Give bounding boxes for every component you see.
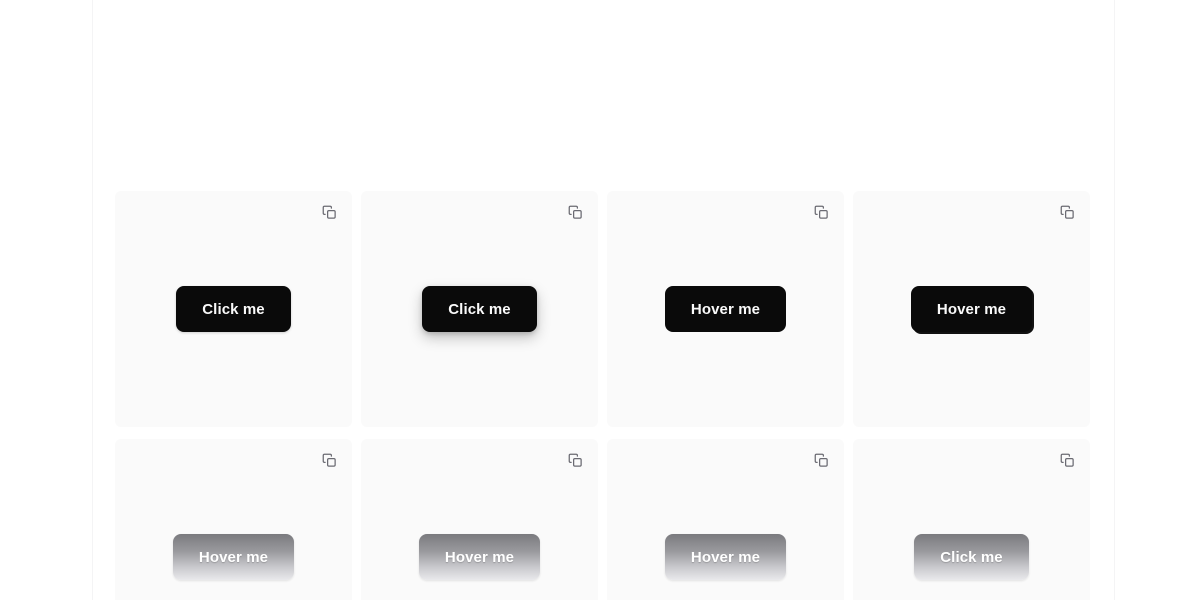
content-left-rule [92, 0, 93, 600]
copy-icon-button-7[interactable] [810, 449, 832, 471]
copy-icon [814, 205, 829, 220]
copy-icon [1060, 453, 1075, 468]
demo-button-2[interactable]: Click me [422, 286, 537, 332]
component-preview-card-6: Hover me [361, 439, 598, 600]
copy-icon [814, 453, 829, 468]
component-preview-card-3: Hover me [607, 191, 844, 427]
copy-icon [1060, 205, 1075, 220]
demo-button-label-7: Hover me [690, 548, 761, 566]
copy-icon-button-8[interactable] [1056, 449, 1078, 471]
copy-icon [322, 453, 337, 468]
copy-icon-button-5[interactable] [318, 449, 340, 471]
component-preview-card-4: Hover me [853, 191, 1090, 427]
demo-button-7[interactable]: Hover me [664, 534, 787, 580]
copy-icon [568, 453, 583, 468]
demo-button-3[interactable]: Hover me [664, 286, 787, 332]
demo-button-label-6: Hover me [444, 548, 515, 566]
page-root: Click me Click me Hover me Hover me Hove… [0, 0, 1200, 600]
demo-button-6[interactable]: Hover me [418, 534, 541, 580]
copy-icon [322, 205, 337, 220]
demo-button-1[interactable]: Click me [176, 286, 291, 332]
demo-button-label-8: Click me [940, 548, 1003, 566]
component-preview-card-7: Hover me [607, 439, 844, 600]
demo-button-label-3: Hover me [690, 300, 761, 318]
demo-button-4[interactable]: Hover me [910, 286, 1033, 332]
demo-button-label-1: Click me [202, 300, 265, 318]
component-preview-card-2: Click me [361, 191, 598, 427]
copy-icon-button-6[interactable] [564, 449, 586, 471]
demo-button-5[interactable]: Hover me [172, 534, 295, 580]
demo-button-label-2: Click me [448, 300, 511, 318]
copy-icon-button-1[interactable] [318, 201, 340, 223]
content-right-rule [1114, 0, 1115, 600]
demo-button-label-4: Hover me [936, 300, 1007, 318]
component-preview-card-5: Hover me [115, 439, 352, 600]
copy-icon-button-2[interactable] [564, 201, 586, 223]
component-preview-grid: Click me Click me Hover me Hover me Hove… [115, 191, 1090, 600]
copy-icon-button-3[interactable] [810, 201, 832, 223]
copy-icon [568, 205, 583, 220]
demo-button-8[interactable]: Click me [914, 534, 1029, 580]
demo-button-label-5: Hover me [198, 548, 269, 566]
copy-icon-button-4[interactable] [1056, 201, 1078, 223]
component-preview-card-1: Click me [115, 191, 352, 427]
component-preview-card-8: Click me [853, 439, 1090, 600]
